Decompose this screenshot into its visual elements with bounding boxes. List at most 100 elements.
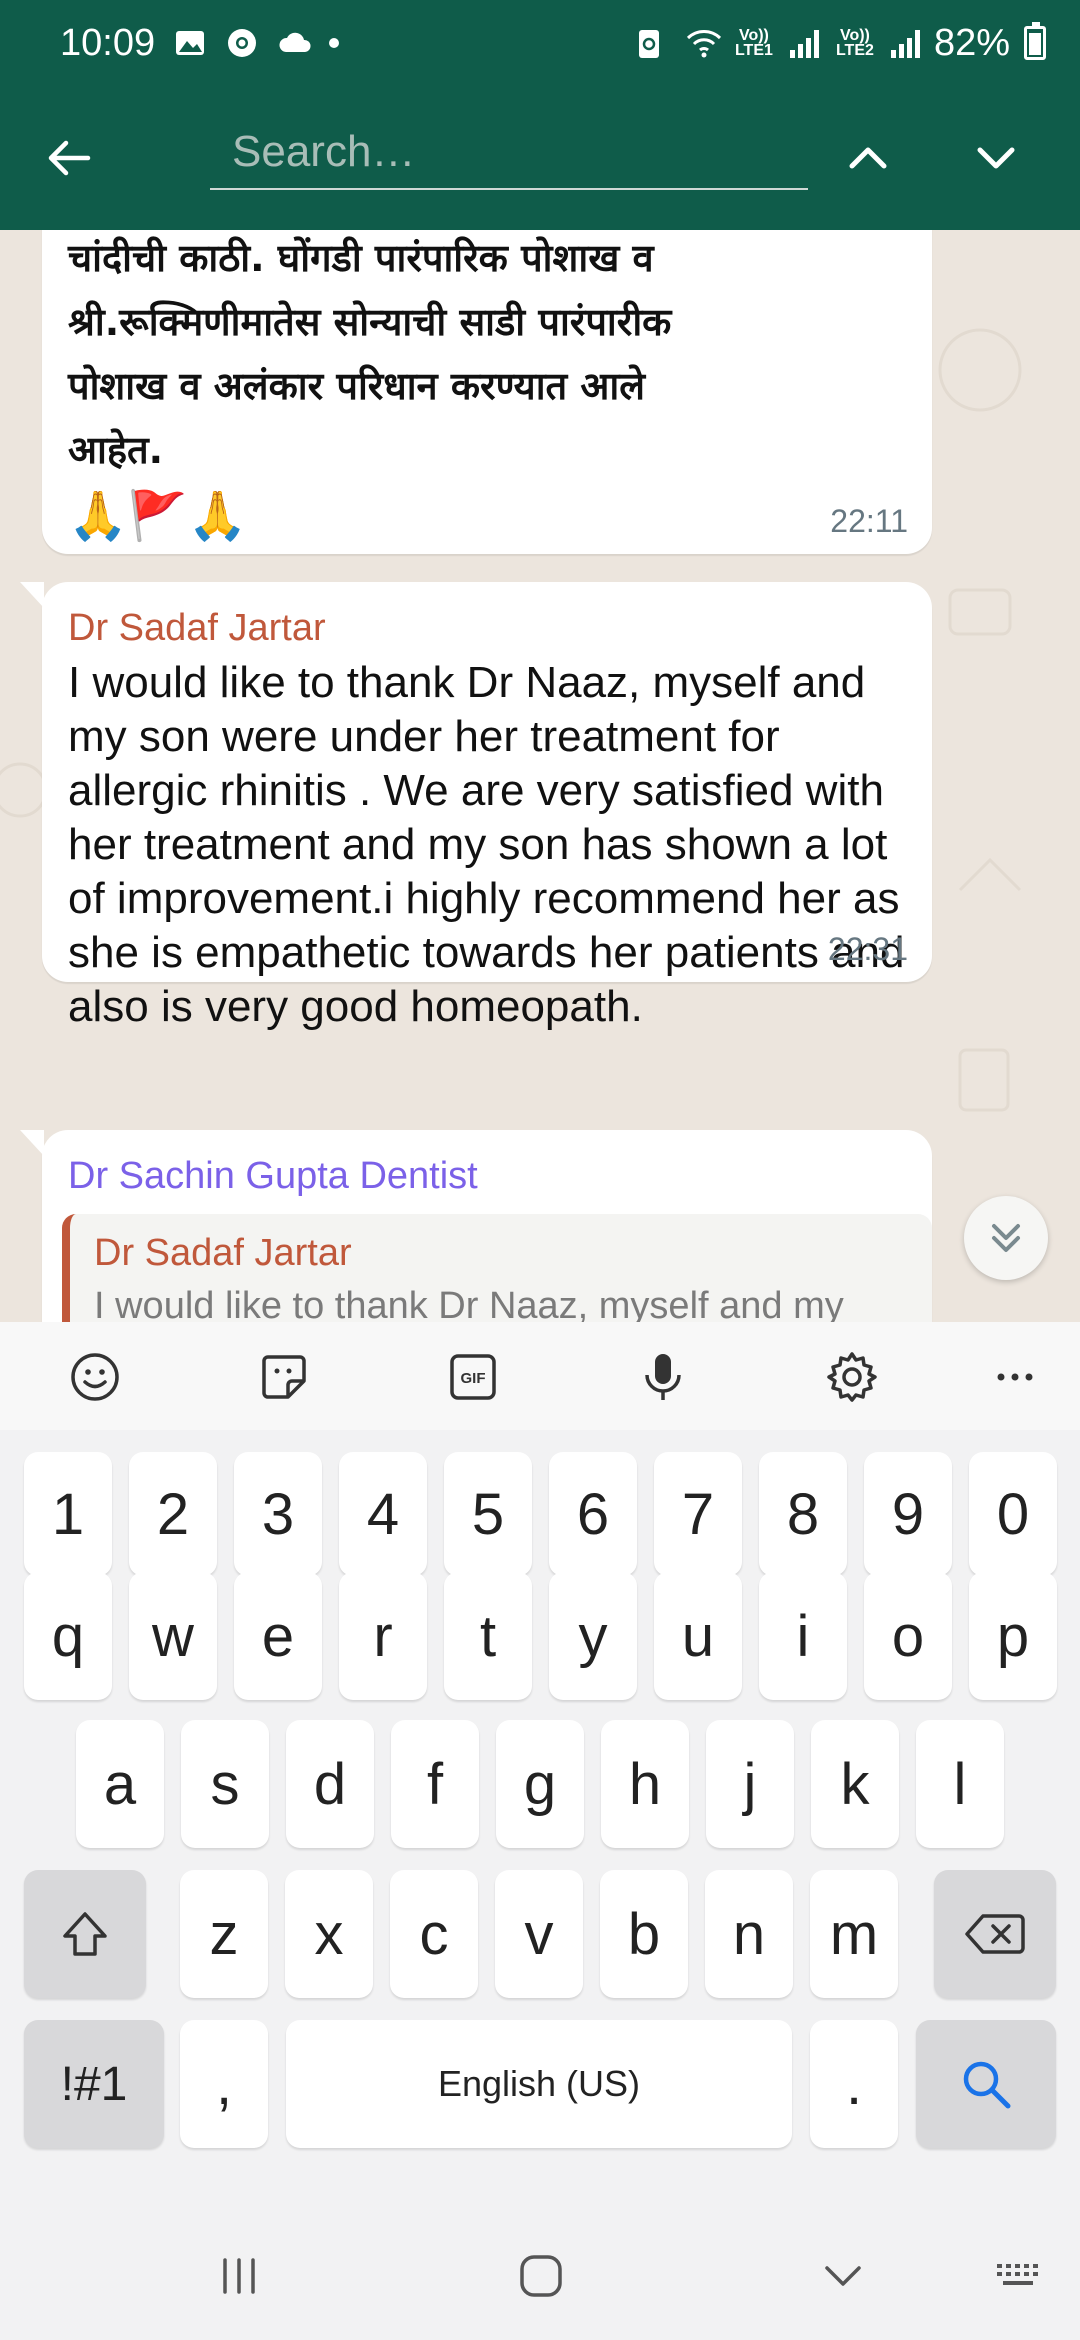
more-icon (997, 1373, 1033, 1381)
message-line: पोशाख व अलंकार परिधान करण्यात आले (68, 364, 646, 408)
search-input[interactable] (210, 116, 808, 190)
key-9[interactable]: 9 (864, 1452, 952, 1576)
key-q[interactable]: q (24, 1572, 112, 1700)
bubble-tail (20, 1130, 44, 1156)
key-i[interactable]: i (759, 1572, 847, 1700)
key-5[interactable]: 5 (444, 1452, 532, 1576)
shift-icon (63, 1912, 107, 1956)
back-arrow-icon (48, 140, 91, 176)
symbols-key[interactable]: !#1 (24, 2020, 164, 2148)
key-c[interactable]: c (390, 1870, 478, 1998)
next-result-button[interactable] (964, 126, 1028, 190)
message-emojis: 🙏🚩🙏 (68, 490, 248, 543)
key-e[interactable]: e (234, 1572, 322, 1700)
back-button[interactable] (36, 126, 100, 190)
key-n[interactable]: n (705, 1870, 793, 1998)
key-3[interactable]: 3 (234, 1452, 322, 1576)
signal-2-icon (890, 28, 920, 58)
microphone-icon (645, 1354, 681, 1400)
message-line: आहेत. (68, 428, 164, 472)
message-time: 22:31 (827, 931, 908, 967)
clock: 10:09 (60, 21, 156, 64)
message-time: 22:11 (830, 503, 908, 539)
message-bubble[interactable]: Dr Sachin Gupta Dentist Dr Sadaf Jartar … (20, 1130, 932, 1322)
key-o[interactable]: o (864, 1572, 952, 1700)
emoji-button[interactable] (60, 1342, 130, 1412)
home-button[interactable] (506, 2244, 576, 2308)
chevron-down-icon (825, 2266, 861, 2286)
sticker-button[interactable] (249, 1342, 319, 1412)
recent-apps-icon (223, 2258, 255, 2294)
previous-result-button[interactable] (836, 126, 900, 190)
more-options-button[interactable] (980, 1342, 1050, 1412)
signal-lte2-label: Vo)) LTE2 (835, 27, 874, 59)
key-f[interactable]: f (391, 1720, 479, 1848)
key-4[interactable]: 4 (339, 1452, 427, 1576)
gif-icon: GIF (450, 1354, 496, 1400)
signal-1-icon (789, 28, 819, 58)
key-z[interactable]: z (180, 1870, 268, 1998)
wifi-icon (684, 26, 721, 60)
quoted-message[interactable]: Dr Sadaf Jartar I would like to thank Dr… (62, 1214, 932, 1322)
message-bubble[interactable]: चांदीची काठी. घोंगडी पारंपारिक पोशाख व श… (42, 230, 932, 554)
key-g[interactable]: g (496, 1720, 584, 1848)
key-8[interactable]: 8 (759, 1452, 847, 1576)
key-v[interactable]: v (495, 1870, 583, 1998)
key-6[interactable]: 6 (549, 1452, 637, 1576)
scroll-to-bottom-button[interactable] (964, 1196, 1048, 1280)
key-y[interactable]: y (549, 1572, 637, 1700)
gif-button[interactable]: GIF (438, 1342, 508, 1412)
key-r[interactable]: r (339, 1572, 427, 1700)
app-header: 10:09 Vo)) LTE1 Vo)) LTE2 82% (0, 0, 1080, 230)
key-k[interactable]: k (811, 1720, 899, 1848)
notification-dot-icon (329, 38, 340, 48)
key-w[interactable]: w (129, 1572, 217, 1700)
keyboard-settings-button[interactable] (817, 1342, 887, 1412)
emoji-icon (71, 1353, 119, 1401)
key-7[interactable]: 7 (654, 1452, 742, 1576)
key-u[interactable]: u (654, 1572, 742, 1700)
key-1[interactable]: 1 (24, 1452, 112, 1576)
hide-keyboard-button[interactable] (808, 2244, 878, 2308)
recent-apps-button[interactable] (204, 2244, 274, 2308)
message-sender[interactable]: Dr Sachin Gupta Dentist (68, 1152, 906, 1200)
message-sender[interactable]: Dr Sadaf Jartar (68, 604, 906, 652)
key-m[interactable]: m (810, 1870, 898, 1998)
key-2[interactable]: 2 (129, 1452, 217, 1576)
navigation-bar (0, 2210, 1080, 2340)
key-l[interactable]: l (916, 1720, 1004, 1848)
key-j[interactable]: j (706, 1720, 794, 1848)
voice-input-button[interactable] (628, 1342, 698, 1412)
chat-messages[interactable]: चांदीची काठी. घोंगडी पारंपारिक पोशाख व श… (0, 230, 1080, 1322)
backspace-key[interactable] (934, 1870, 1056, 1998)
key-b[interactable]: b (600, 1870, 688, 1998)
keyboard-toolbar: GIF (0, 1322, 1080, 1430)
keyboard-icon (997, 2264, 1038, 2285)
battery-percent: 82% (933, 21, 1010, 64)
space-key[interactable]: English (US) (286, 2020, 792, 2148)
double-chevron-down-icon (992, 1224, 1020, 1252)
key-h[interactable]: h (601, 1720, 689, 1848)
gallery-icon (173, 26, 207, 60)
keyboard-switch-button[interactable] (984, 2244, 1054, 2308)
gif-label: GIF (461, 1370, 486, 1387)
settings-icon (827, 1352, 877, 1402)
bubble-tail (20, 582, 44, 608)
key-s[interactable]: s (181, 1720, 269, 1848)
status-bar: 10:09 Vo)) LTE1 Vo)) LTE2 82% (0, 0, 1080, 86)
home-icon (520, 2255, 562, 2297)
key-d[interactable]: d (286, 1720, 374, 1848)
key-comma[interactable]: , (180, 2020, 268, 2148)
search-icon (963, 2061, 1011, 2109)
key-0[interactable]: 0 (969, 1452, 1057, 1576)
message-bubble[interactable]: Dr Sadaf Jartar I would like to thank Dr… (20, 582, 932, 1031)
search-key[interactable] (916, 2020, 1056, 2148)
shift-key[interactable] (24, 1870, 146, 1998)
battery-saver-icon (636, 26, 670, 60)
key-p[interactable]: p (969, 1572, 1057, 1700)
key-x[interactable]: x (285, 1870, 373, 1998)
key-period[interactable]: . (810, 2020, 898, 2148)
chevron-up-icon (849, 147, 887, 169)
key-t[interactable]: t (444, 1572, 532, 1700)
key-a[interactable]: a (76, 1720, 164, 1848)
